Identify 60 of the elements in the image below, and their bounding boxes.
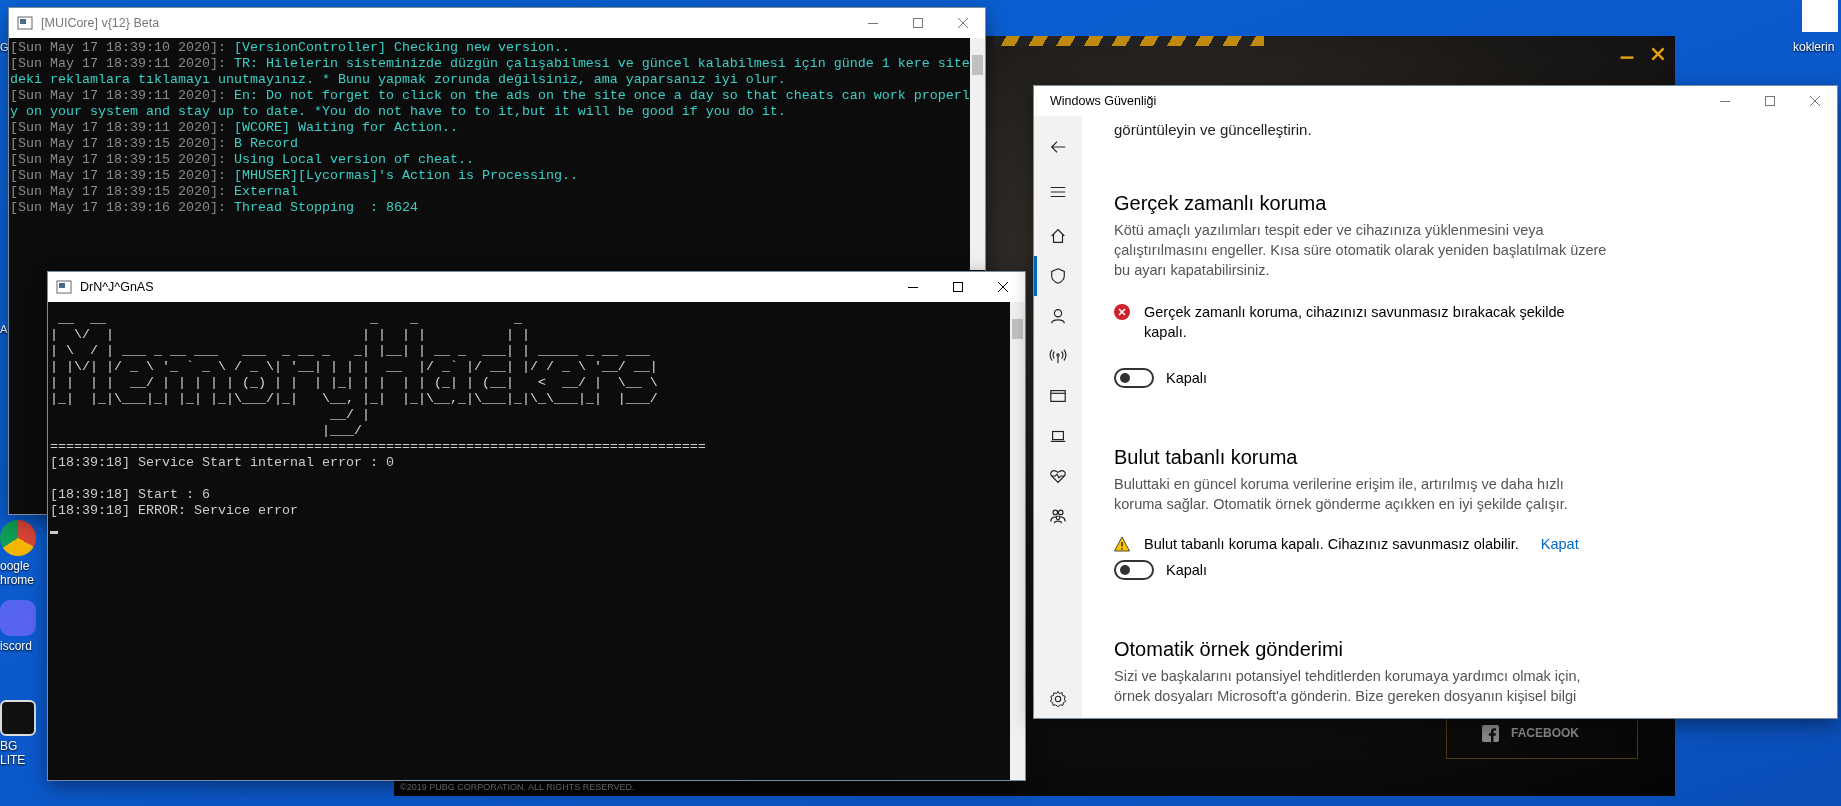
desktop-icon-label[interactable]: A — [0, 322, 8, 336]
scrollbar[interactable] — [1010, 302, 1025, 780]
text-cursor — [50, 531, 58, 534]
log-line: [18:39:18] ERROR: Service error — [50, 503, 299, 519]
log-line: [Sun May 17 18:39:10 2020]: [VersionController] Checking new version.. — [10, 40, 571, 56]
section-heading: Otomatik örnek gönderimi — [1114, 637, 1344, 662]
back-arrow-icon[interactable] — [1049, 138, 1067, 156]
console-app-icon — [17, 15, 33, 31]
toggle-switch[interactable] — [1114, 368, 1154, 388]
heart-icon — [1049, 467, 1067, 485]
desktop-icon-label[interactable]: G — [0, 40, 9, 54]
person-icon — [1049, 307, 1067, 325]
family-icon — [1049, 507, 1067, 525]
window-title: DrN^J^GnAS — [80, 280, 154, 294]
alert-message: Gerçek zamanlı koruma, cihazınızı savunmasız bırakacak şekilde kapalı. — [1144, 303, 1566, 342]
log-line: [Sun May 17 18:39:15 2020]: External — [10, 184, 299, 200]
log-line: [Sun May 17 18:39:16 2020]: Thread Stopping : 8624 — [10, 200, 419, 216]
console-app-icon — [56, 279, 72, 295]
settings-icon[interactable] — [1049, 690, 1067, 708]
desktop-icon-label[interactable]: koklerin — [1793, 40, 1835, 54]
toggle-label: Kapalı — [1166, 370, 1208, 386]
window-icon — [1049, 387, 1067, 405]
desktop-icon-label[interactable]: BG LITE — [0, 739, 40, 767]
log-line: [Sun May 17 18:39:11 2020]: En: Do not forget to click on the ads on the site once a day so that cheats can work properly on your system and stay up to date. *You do not have to to it,but it will be good if you do it. — [10, 88, 970, 120]
log-line: [Sun May 17 18:39:15 2020]: Using Local version of cheat.. — [10, 152, 475, 168]
scrollbar[interactable] — [970, 38, 985, 270]
toggle-label: Kapalı — [1166, 562, 1208, 578]
facebook-icon[interactable] — [1482, 725, 1499, 742]
description-text: Buluttaki en güncel koruma verilerine erişim ile, artırılmış ve daha hızlı koruma sağlar. Otomatik örnek gönderme açıkken en iyi şekilde çalışır. — [1114, 475, 1569, 514]
description-text: görüntüleyin ve güncelleştirin. — [1114, 120, 1313, 140]
copyright-text: ©2019 PUBG CORPORATION. ALL RIGHTS RESERVED. — [400, 782, 635, 793]
desktop-icon-label[interactable]: oogle hrome — [0, 559, 40, 587]
dismiss-link[interactable]: Kapat — [1540, 534, 1579, 554]
window-title: Windows Güvenliği — [1050, 94, 1157, 108]
log-line: [Sun May 17 18:39:11 2020]: TR: Hilelerin sisteminizde düzgün çalışabilmesi ve güncel kalabilmesi için günde 1 kere sitedeki reklamlara tıklamayı unutmayınız. * Bunu yapmak zorunda değilsiniz, ama yaparsanız iyi olur. — [10, 56, 970, 88]
window-title: [MUICore] v{12} Beta — [41, 16, 160, 30]
close-icon[interactable] — [1650, 46, 1666, 62]
close-icon[interactable] — [998, 282, 1008, 292]
error-icon — [1114, 304, 1130, 320]
log-line: [18:39:18] Service Start internal error : 0 — [50, 455, 395, 471]
shield-icon — [1049, 267, 1067, 285]
separator-line: ================================================================================== — [50, 439, 707, 455]
log-line: [18:39:18] Start : 6 — [50, 487, 211, 503]
facebook-link[interactable]: FACEBOOK — [1511, 726, 1579, 740]
home-icon — [1049, 227, 1067, 245]
toggle-switch[interactable] — [1114, 560, 1154, 580]
antenna-icon — [1049, 347, 1067, 365]
description-text: Kötü amaçlı yazılımları tespit eder ve cihazınıza yüklenmesini veya çalıştırılmasını engeller. Kısa süre otomatik olarak yeniden başlatılmak üzere bu ayarı kapatabilirsiniz. — [1114, 221, 1608, 280]
ascii-art-text: __ __ _ _ _ | \/ | | | | | | | | \ / | ___ _ __ ___ ___ _ __ _ _| |__| | __ _ ___| | _____ _ __ ___ | |\/| |/ _ \ '_ ` _ \ / _ \| '__| | | | __ |/ _` |/ __| |/ / _ \ '__/ __| | | | | __/ | | | | | (_) | | | |_| | | | | (_| | (__| < __/ | \__ \ |_| |_|\___|_| |_| |_|\___/|_| \__, |_| |_|\__,_|\___|_|\_\___|_| |___/ __/ | |___/ — [50, 311, 659, 439]
warning-icon — [1114, 536, 1130, 552]
log-line: [Sun May 17 18:39:15 2020]: B Record — [10, 136, 299, 152]
app-icon[interactable] — [0, 700, 36, 736]
log-line: [Sun May 17 18:39:15 2020]: [MHUSER][Lycormas]'s Action is Processing.. — [10, 168, 579, 184]
desktop-icon-label[interactable]: iscord — [0, 639, 40, 653]
log-line: [Sun May 17 18:39:11 2020]: [WCORE] Waiting for Action.. — [10, 120, 459, 136]
section-heading: Bulut tabanlı koruma — [1114, 445, 1299, 470]
alert-message: Bulut tabanlı koruma kapalı. Cihazınız savunmasız olabilir. — [1144, 535, 1519, 554]
section-heading: Gerçek zamanlı koruma — [1114, 191, 1328, 216]
maximize-icon[interactable] — [953, 282, 963, 292]
description-text: Sizi ve başkalarını potansiyel tehditlerden korumaya yardımcı olmak için, örnek dosyaları Microsoft'a gönderin. Bize gereken dosyanın kişisel bilgi — [1114, 667, 1582, 706]
